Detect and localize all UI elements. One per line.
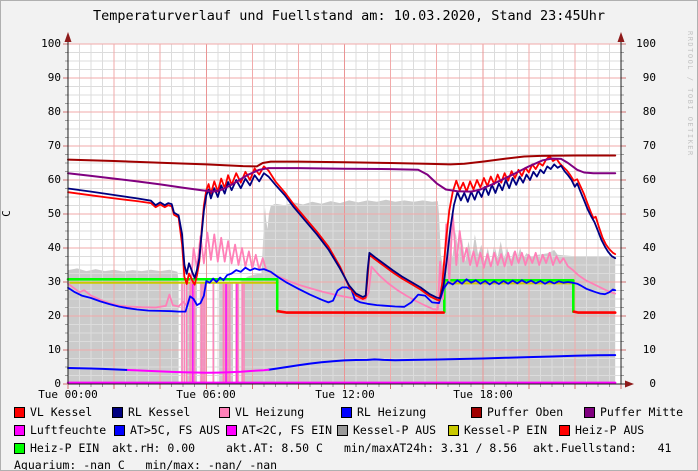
y-axis-tick-label-left: 70 — [29, 140, 61, 152]
legend-label: Kessel-P EIN — [464, 424, 547, 437]
legend-label: Puffer Oben — [487, 406, 563, 419]
dropout-bar — [213, 284, 214, 384]
legend-item: AT>5C, FS AUS — [114, 424, 220, 437]
y-axis-tick-label-left: 50 — [29, 208, 61, 220]
dropout-bar — [227, 284, 228, 384]
legend-item: akt.Fuellstand: 41 — [533, 442, 671, 455]
area-gap — [206, 279, 213, 384]
legend-item: Heiz-P AUS — [559, 424, 644, 437]
y-axis-tick-label-left: 60 — [29, 174, 61, 186]
y-axis-tick-label-right: 50 — [624, 208, 656, 220]
legend-label: AT>5C, FS AUS — [130, 424, 220, 437]
dropout-bar — [186, 284, 187, 384]
dropout-bar — [184, 284, 185, 384]
legend-label: VL Kessel — [30, 406, 92, 419]
legend-label: Luftfeuchte — [30, 424, 106, 437]
legend-label: akt.AT: 8.50 C — [226, 442, 323, 455]
area-gap — [179, 279, 181, 384]
dropout-bar — [223, 284, 224, 384]
legend-swatch-vl-heizung — [219, 407, 230, 418]
dropout-bar — [237, 284, 238, 384]
legend-label: AT<2C, FS EIN — [242, 424, 332, 437]
legend-label: Kessel-P AUS — [353, 424, 436, 437]
dropout-bar — [229, 284, 230, 384]
legend-swatch-puffer-mitte — [584, 407, 595, 418]
y-axis-tick-label-right: 60 — [624, 174, 656, 186]
y-axis-tick-label-left: 20 — [29, 310, 61, 322]
dropout-bar — [243, 284, 244, 384]
area-gap — [197, 279, 200, 384]
legend-item: AT<2C, FS EIN — [226, 424, 332, 437]
y-axis-tick-label-right: 90 — [624, 72, 656, 84]
legend-swatch-vl-kessel — [14, 407, 25, 418]
area-gap — [215, 279, 220, 384]
legend-label: Heiz-P AUS — [575, 424, 644, 437]
legend-item: Heiz-P EIN — [14, 442, 99, 455]
legend-item: Aquarium: -nan C min/max: -nan/ -nan — [14, 459, 277, 471]
y-axis-tick-label-left: 80 — [29, 106, 61, 118]
legend-swatch-rl-kessel — [112, 407, 123, 418]
y-axis-tick-label-right: 30 — [624, 276, 656, 288]
y-axis-tick-label-left: 10 — [29, 344, 61, 356]
legend-item: Puffer Mitte — [584, 406, 683, 419]
legend-label: VL Heizung — [235, 406, 304, 419]
dropout-bar — [204, 284, 205, 384]
dropout-bar — [225, 284, 226, 384]
legend-item: Kessel-P EIN — [448, 424, 547, 437]
y-axis-tick-label-left: 40 — [29, 242, 61, 254]
legend-label: RL Kessel — [128, 406, 190, 419]
y-axis-tick-label-left: 100 — [29, 38, 61, 50]
legend-swatch-at-5c-fs-aus — [114, 425, 125, 436]
legend-item: akt.AT: 8.50 C — [226, 442, 323, 455]
y-axis-tick-label-right: 40 — [624, 242, 656, 254]
x-axis-tick-label: Tue 12:00 — [305, 389, 385, 401]
y-axis-tick-label-right: 100 — [624, 38, 656, 50]
dropout-bar — [242, 284, 243, 384]
legend-label: min/maxAT24h: 3.31 / 8.56 — [344, 442, 517, 455]
legend-swatch-luftfeuchte — [14, 425, 25, 436]
y-axis-tick-label-right: 10 — [624, 344, 656, 356]
legend-item: RL Kessel — [112, 406, 190, 419]
series-heiz-p-aus — [574, 312, 615, 313]
x-axis-tick-label: Tue 06:00 — [166, 389, 246, 401]
legend-label: RL Heizung — [357, 406, 426, 419]
legend-item: Kessel-P AUS — [337, 424, 436, 437]
series-heiz-p-aus — [278, 311, 444, 312]
y-axis-tick-label-right: 80 — [624, 106, 656, 118]
legend-swatch-puffer-oben — [471, 407, 482, 418]
legend-swatch-kessel-p-ein — [448, 425, 459, 436]
legend-label: Aquarium: -nan C min/max: -nan/ -nan — [14, 459, 277, 471]
y-axis-arrow-left — [65, 32, 72, 42]
y-axis-tick-label-right: 0 — [624, 378, 656, 390]
legend-label: Heiz-P EIN — [30, 442, 99, 455]
legend-swatch-rl-heizung — [341, 407, 352, 418]
y-axis-tick-label-left: 30 — [29, 276, 61, 288]
x-axis-tick-label: Tue 00:00 — [28, 389, 108, 401]
legend-item: VL Kessel — [14, 406, 92, 419]
legend-label: Puffer Mitte — [600, 406, 683, 419]
legend-swatch-at-2c-fs-ein — [226, 425, 237, 436]
y-axis-tick-label-left: 90 — [29, 72, 61, 84]
legend-item: akt.rH: 0.00 — [112, 442, 195, 455]
legend-item: Puffer Oben — [471, 406, 563, 419]
y-axis-tick-label-right: 20 — [624, 310, 656, 322]
legend-swatch-heiz-p-ein — [14, 443, 25, 454]
legend-item: Luftfeuchte — [14, 424, 106, 437]
x-axis-tick-label: Tue 18:00 — [443, 389, 523, 401]
legend-swatch-heiz-p-aus — [559, 425, 570, 436]
legend-item: RL Heizung — [341, 406, 426, 419]
legend-label: akt.Fuellstand: 41 — [533, 442, 671, 455]
area-gap — [233, 279, 235, 384]
legend-item: VL Heizung — [219, 406, 304, 419]
legend-swatch-kessel-p-aus — [337, 425, 348, 436]
legend-label: akt.rH: 0.00 — [112, 442, 195, 455]
legend-item: min/maxAT24h: 3.31 / 8.56 — [344, 442, 517, 455]
rrdtool-watermark: RRDTOOL / TOBI OETIKER — [686, 31, 694, 157]
dropout-bar — [181, 284, 182, 384]
y-axis-tick-label-right: 70 — [624, 140, 656, 152]
rrd-graph: Temperaturverlauf und Fuellstand am: 10.… — [0, 0, 698, 471]
